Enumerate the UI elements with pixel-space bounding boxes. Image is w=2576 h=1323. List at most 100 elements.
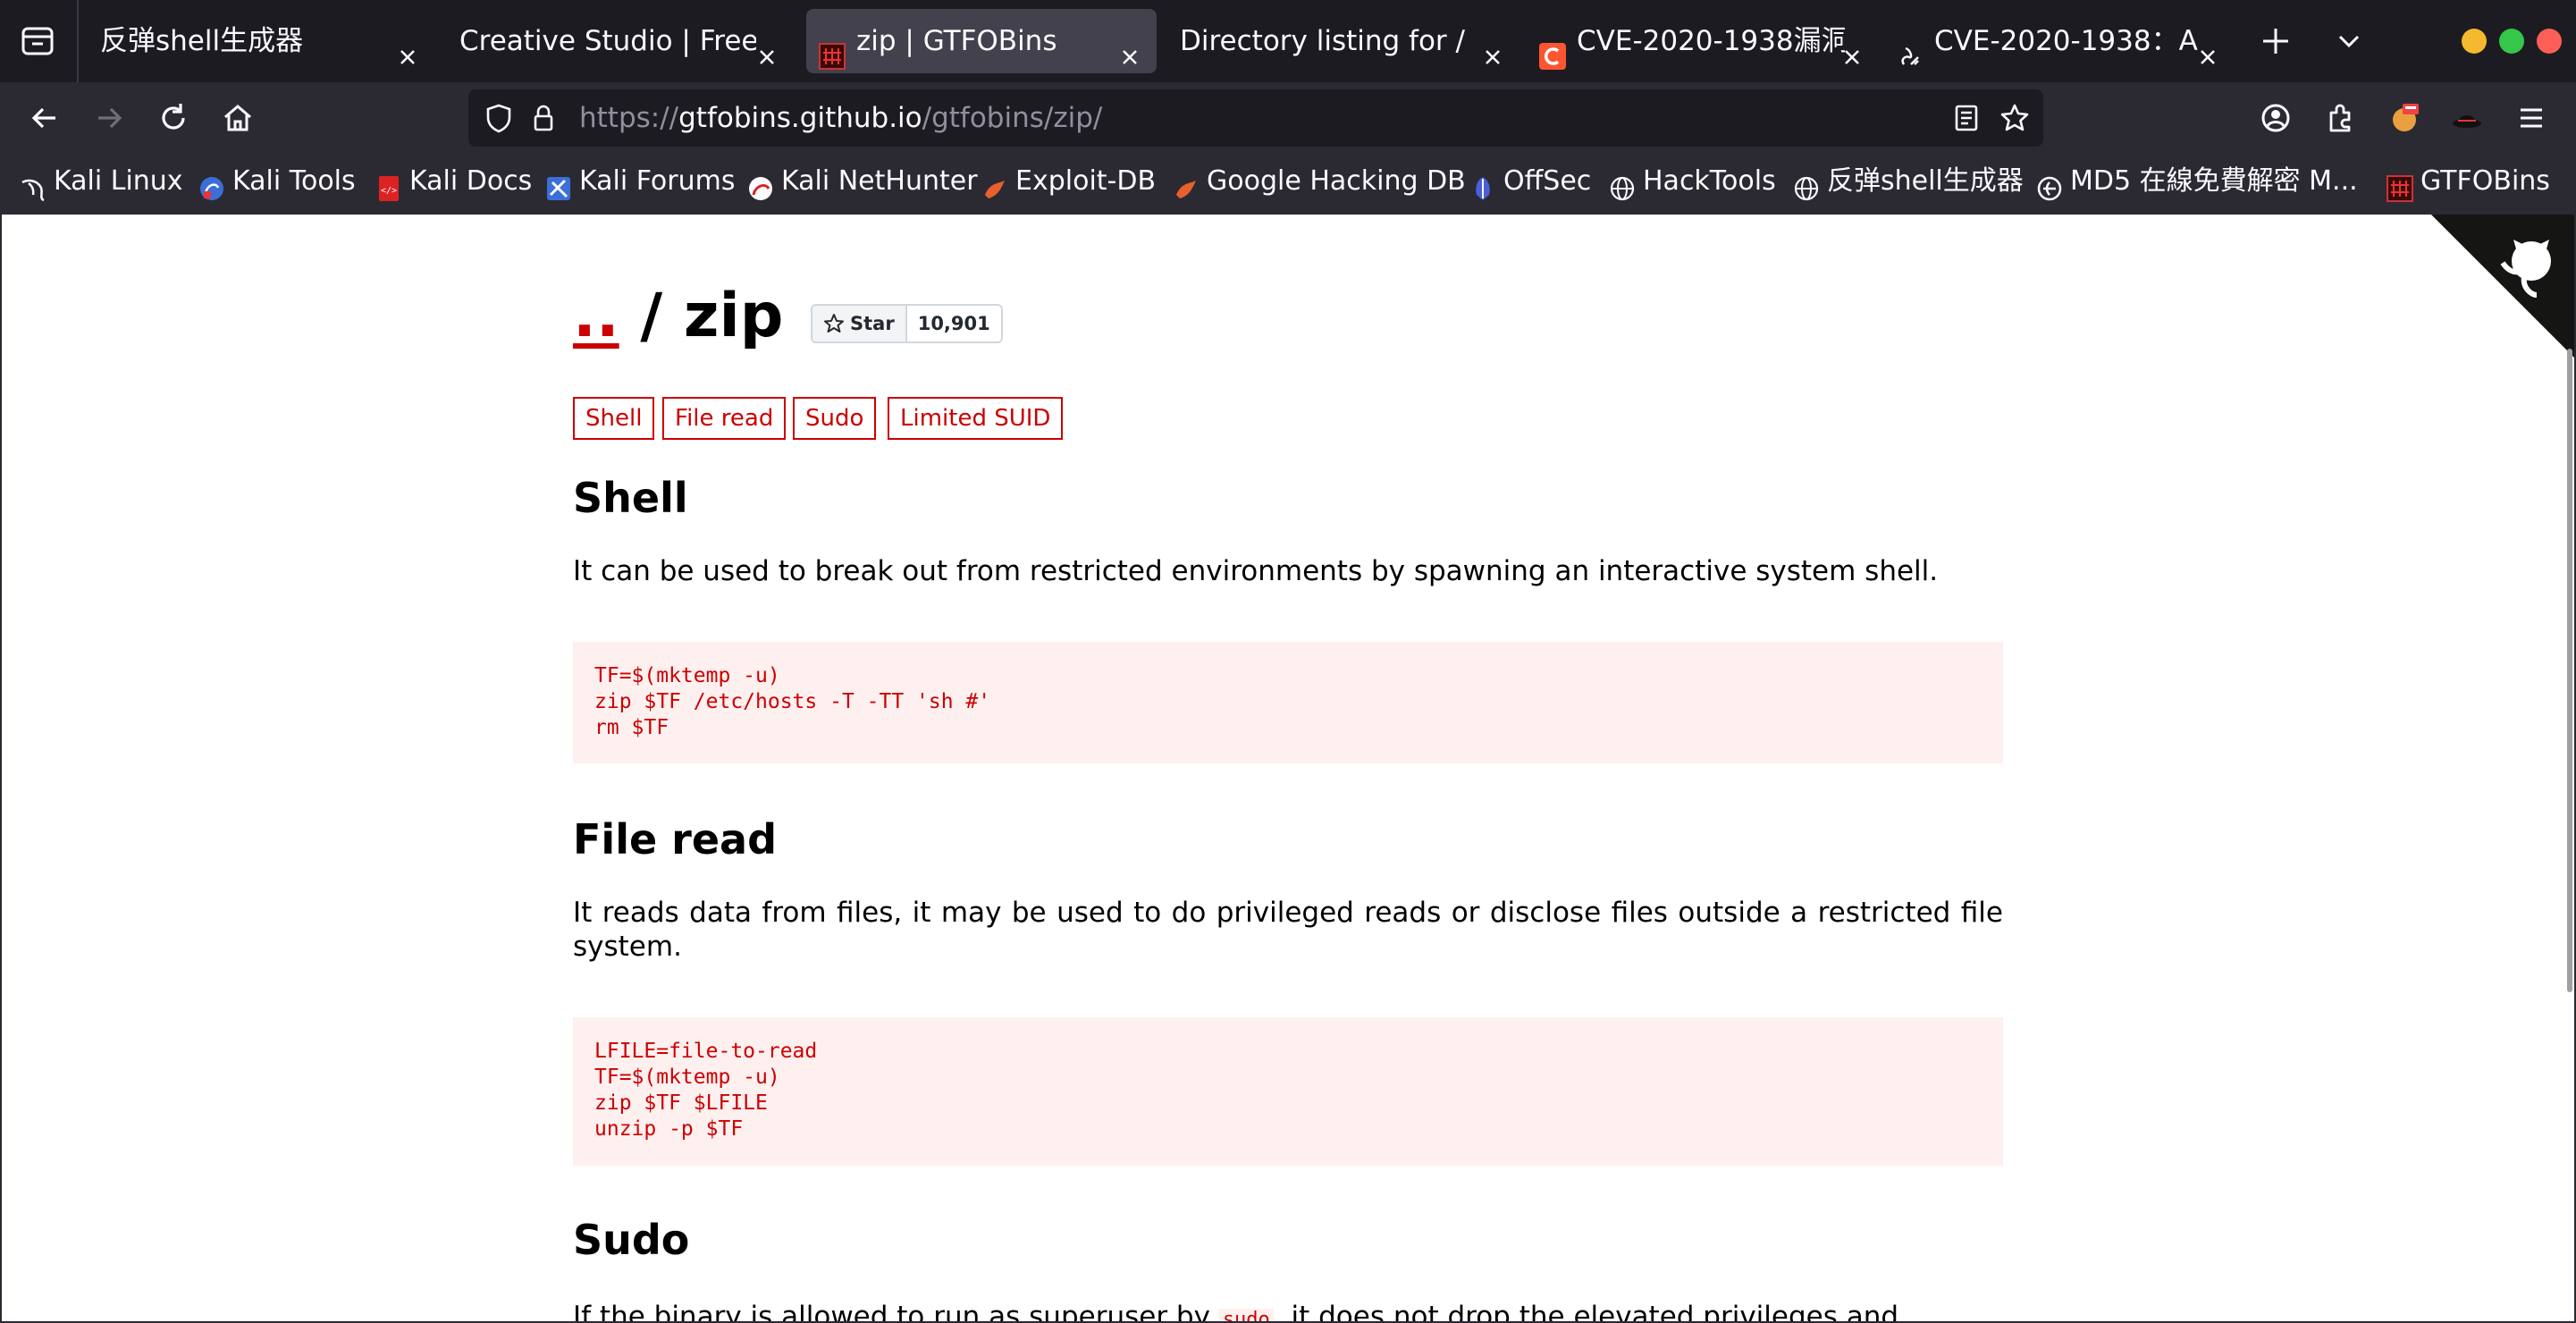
kali-docs-icon: </> bbox=[375, 166, 402, 201]
bookmark-kali-docs[interactable]: </> Kali Docs bbox=[375, 154, 532, 209]
tab-title: 反弹shell生成器 bbox=[100, 25, 304, 57]
url-host: gtfobins.github.io bbox=[678, 102, 922, 134]
bookmark-label: Exploit-DB bbox=[1015, 165, 1157, 197]
bookmark-exploit-db[interactable]: Exploit-DB bbox=[981, 154, 1156, 209]
tab-cve-2020-1938-a[interactable]: CVE-2020-1938漏洞 bbox=[1527, 9, 1875, 73]
tab-cve-2020-1938-b[interactable]: CVE-2020-1938：A bbox=[1884, 9, 2235, 73]
tag-shell[interactable]: Shell bbox=[573, 397, 655, 440]
tag-limited-suid[interactable]: Limited SUID bbox=[888, 397, 1064, 440]
back-arrow-icon[interactable] bbox=[27, 100, 63, 136]
sudo-description-text: If the binary is allowed to run as super… bbox=[573, 1301, 1210, 1321]
account-icon[interactable] bbox=[2258, 100, 2294, 136]
inline-code-sudo: sudo bbox=[1218, 1309, 1274, 1321]
close-icon[interactable] bbox=[2195, 29, 2220, 64]
tab-directory-listing[interactable]: Directory listing for / bbox=[1167, 9, 1518, 73]
md5-icon bbox=[2036, 166, 2063, 200]
close-window-button[interactable] bbox=[2537, 29, 2562, 54]
maximize-button[interactable] bbox=[2499, 29, 2524, 54]
scrollbar-thumb[interactable] bbox=[2567, 349, 2572, 992]
browser-chrome: 反弹shell生成器 Creative Studio | Free Bo zip… bbox=[0, 0, 2576, 215]
bookmark-label: Kali Docs bbox=[409, 165, 533, 197]
chevron-down-icon[interactable] bbox=[2333, 25, 2365, 57]
github-corner-octocat-icon[interactable] bbox=[2431, 215, 2574, 358]
bookmarks-toolbar: Kali Linux Kali Tools </> Kali Docs Kali … bbox=[0, 154, 2576, 209]
star-icon bbox=[824, 314, 844, 333]
page-title-text: zip bbox=[683, 281, 784, 351]
bookmark-label: Google Hacking DB bbox=[1207, 165, 1466, 197]
bookmark-kali-linux[interactable]: Kali Linux bbox=[20, 154, 183, 209]
url-scheme: https:// bbox=[579, 102, 679, 134]
star-button[interactable]: Star bbox=[812, 306, 907, 341]
new-tab-icon[interactable] bbox=[2260, 25, 2292, 57]
gtfobins-icon bbox=[2387, 166, 2413, 202]
tab-reverse-shell[interactable]: 反弹shell生成器 bbox=[86, 9, 431, 73]
section-heading-sudo: Sudo bbox=[573, 1216, 690, 1264]
bookmark-label: OffSec bbox=[1503, 165, 1592, 197]
kali-forums-icon bbox=[545, 166, 572, 200]
section-heading-shell: Shell bbox=[573, 474, 688, 522]
bookmark-kali-tools[interactable]: Kali Tools bbox=[198, 154, 356, 209]
fedora-hat-extension-icon[interactable] bbox=[2449, 100, 2485, 136]
bookmark-label: Kali NetHunter bbox=[781, 165, 978, 197]
title-separator: / bbox=[619, 281, 684, 351]
lock-icon[interactable] bbox=[527, 102, 560, 134]
hamburger-menu-icon[interactable] bbox=[2513, 100, 2549, 136]
github-star-widget[interactable]: Star 10,901 bbox=[811, 304, 1003, 343]
bookmark-star-icon[interactable] bbox=[1999, 102, 2031, 134]
code-block-shell[interactable]: TF=$(mktemp -u) zip $TF /etc/hosts -T -T… bbox=[573, 642, 2003, 763]
section-description-shell: It can be used to break out from restric… bbox=[573, 555, 1939, 587]
hackbar-extension-icon[interactable] bbox=[2387, 100, 2422, 136]
gtfobins-favicon-icon bbox=[819, 29, 846, 70]
kali-tools-icon bbox=[198, 166, 225, 200]
bookmark-label: GTFOBins bbox=[2420, 165, 2550, 197]
bookmark-google-hacking-db[interactable]: Google Hacking DB bbox=[1173, 154, 1466, 209]
section-heading-file-read: File read bbox=[573, 815, 778, 864]
tab-bar: 反弹shell生成器 Creative Studio | Free Bo zip… bbox=[0, 0, 2576, 82]
csdn-favicon-icon bbox=[1539, 29, 1566, 70]
bookmark-kali-forums[interactable]: Kali Forums bbox=[545, 154, 735, 209]
close-icon[interactable] bbox=[754, 29, 779, 64]
forward-arrow-icon[interactable] bbox=[91, 100, 127, 136]
bookmark-label: 反弹shell生成器 bbox=[1827, 165, 2024, 197]
bookmark-gtfobins[interactable]: GTFOBins bbox=[2387, 154, 2550, 209]
offsec-icon bbox=[1469, 166, 1496, 200]
scroll-favicon-icon bbox=[1897, 29, 1924, 65]
close-icon[interactable] bbox=[1480, 29, 1505, 64]
parent-directory-link[interactable]: .. bbox=[573, 281, 619, 351]
code-block-file-read[interactable]: LFILE=file-to-read TF=$(mktemp -u) zip $… bbox=[573, 1017, 2003, 1166]
tab-separator bbox=[77, 0, 79, 82]
close-icon[interactable] bbox=[1117, 29, 1142, 64]
bookmark-label: MD5 在線免費解密 M... bbox=[2070, 165, 2358, 197]
globe-icon bbox=[1793, 166, 1820, 200]
bookmark-label: HackTools bbox=[1643, 165, 1776, 197]
extensions-puzzle-icon[interactable] bbox=[2322, 100, 2358, 136]
tag-sudo[interactable]: Sudo bbox=[793, 397, 877, 440]
minimize-button[interactable] bbox=[2462, 29, 2487, 54]
ghdb-icon bbox=[1173, 166, 1200, 198]
close-icon[interactable] bbox=[395, 29, 420, 64]
home-icon[interactable] bbox=[220, 100, 256, 136]
exploit-db-icon bbox=[981, 166, 1008, 198]
tab-title: CVE-2020-1938漏洞 bbox=[1577, 25, 1845, 57]
svg-text:</>: </> bbox=[381, 186, 397, 196]
nethunter-icon bbox=[747, 166, 774, 200]
tab-title: zip | GTFOBins bbox=[856, 25, 1057, 57]
bookmark-offsec[interactable]: OffSec bbox=[1469, 154, 1591, 209]
url-bar[interactable]: https://gtfobins.github.io/gtfobins/zip/ bbox=[468, 89, 2043, 147]
section-description-file-read: It reads data from files, it may be used… bbox=[573, 897, 2003, 963]
star-count[interactable]: 10,901 bbox=[906, 306, 1001, 341]
tracking-protection-shield-icon[interactable] bbox=[483, 102, 515, 134]
reload-icon[interactable] bbox=[156, 100, 191, 136]
firefox-view-icon[interactable] bbox=[16, 21, 59, 61]
bookmark-kali-nethunter[interactable]: Kali NetHunter bbox=[747, 154, 978, 209]
bookmark-reverse-shell-generator[interactable]: 反弹shell生成器 bbox=[1793, 154, 2024, 209]
url-text[interactable]: https://gtfobins.github.io/gtfobins/zip/ bbox=[579, 89, 1102, 147]
bookmark-hacktools[interactable]: HackTools bbox=[1609, 154, 1776, 209]
navigation-toolbar: https://gtfobins.github.io/gtfobins/zip/ bbox=[0, 82, 2576, 154]
close-icon[interactable] bbox=[1839, 29, 1865, 64]
bookmark-md5-decrypt[interactable]: MD5 在線免費解密 M... bbox=[2036, 154, 2358, 209]
tab-creative-studio[interactable]: Creative Studio | Free Bo bbox=[443, 9, 794, 73]
tag-file-read[interactable]: File read bbox=[662, 397, 787, 440]
tab-gtfobins-zip[interactable]: zip | GTFOBins bbox=[806, 9, 1157, 73]
reader-view-icon[interactable] bbox=[1950, 102, 1983, 134]
